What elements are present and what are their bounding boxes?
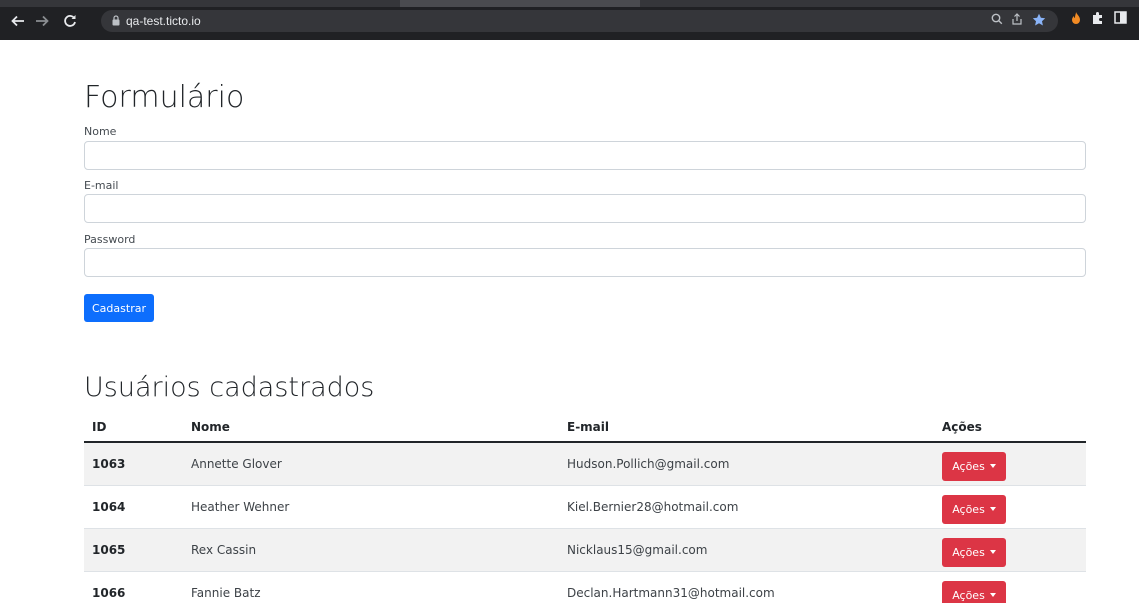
actions-dropdown-button[interactable]: Ações [942,495,1006,524]
actions-dropdown-button[interactable]: Ações [942,538,1006,567]
user-email: Kiel.Bernier28@hotmail.com [559,485,934,529]
user-id: 1066 [84,571,183,603]
user-name: Rex Cassin [183,528,559,572]
user-name: Fannie Batz [183,571,559,603]
form-title: Formulário [84,80,245,115]
actions-cell: Ações [934,485,1086,529]
browser-toolbar: qa-test.ticto.io [0,0,1139,40]
user-email: Hudson.Pollich@gmail.com [559,442,934,486]
user-name: Annette Glover [183,442,559,486]
column-header-nome: Nome [183,413,559,443]
table-row: 1064 Heather Wehner Kiel.Bernier28@hotma… [84,485,1086,529]
password-label: Password [84,233,136,246]
users-title: Usuários cadastrados [84,372,375,403]
actions-dropdown-button[interactable]: Ações [942,581,1006,603]
reload-icon[interactable] [60,11,80,31]
user-id: 1065 [84,528,183,572]
column-header-email: E-mail [559,413,934,443]
users-table: ID Nome E-mail Ações 1063 Annette Glover… [84,413,1086,603]
cadastrar-button[interactable]: Cadastrar [84,294,154,322]
caret-down-icon [989,593,996,597]
user-id: 1063 [84,442,183,486]
arrow-right-icon[interactable] [32,11,52,31]
actions-label: Ações [952,589,985,602]
table-header-row: ID Nome E-mail Ações [84,413,1086,443]
table-row: 1066 Fannie Batz Declan.Hartmann31@hotma… [84,571,1086,603]
actions-cell: Ações [934,528,1086,572]
actions-dropdown-button[interactable]: Ações [942,452,1006,482]
user-email: Nicklaus15@gmail.com [559,528,934,572]
table-row: 1065 Rex Cassin Nicklaus15@gmail.com Açõ… [84,528,1086,572]
email-label: E-mail [84,179,119,192]
tab-indicator[interactable] [400,0,640,7]
actions-cell: Ações [934,442,1086,486]
address-bar[interactable]: qa-test.ticto.io [101,10,1058,32]
name-label: Nome [84,125,117,138]
actions-label: Ações [952,503,985,516]
caret-down-icon [989,464,996,469]
share-icon[interactable] [1009,13,1025,29]
email-input[interactable] [84,194,1086,223]
column-header-id: ID [84,413,183,443]
side-panel-icon[interactable] [1111,11,1129,29]
arrow-left-icon[interactable] [8,11,28,31]
actions-label: Ações [952,546,985,559]
caret-down-icon [989,550,996,554]
name-input[interactable] [84,141,1086,170]
extension-flame-icon[interactable] [1067,11,1085,29]
url-text[interactable]: qa-test.ticto.io [126,10,201,32]
password-input[interactable] [84,248,1086,277]
bookmark-star-icon[interactable] [1031,13,1047,29]
caret-down-icon [989,507,996,511]
user-id: 1064 [84,485,183,529]
lock-icon[interactable] [112,15,120,26]
actions-label: Ações [952,460,985,474]
table-row: 1063 Annette Glover Hudson.Pollich@gmail… [84,442,1086,486]
extensions-puzzle-icon[interactable] [1089,11,1107,29]
column-header-acoes: Ações [934,413,1086,443]
user-email: Declan.Hartmann31@hotmail.com [559,571,934,603]
tab-strip [0,0,1139,7]
actions-cell: Ações [934,571,1086,603]
user-name: Heather Wehner [183,485,559,529]
zoom-icon[interactable] [989,13,1005,29]
